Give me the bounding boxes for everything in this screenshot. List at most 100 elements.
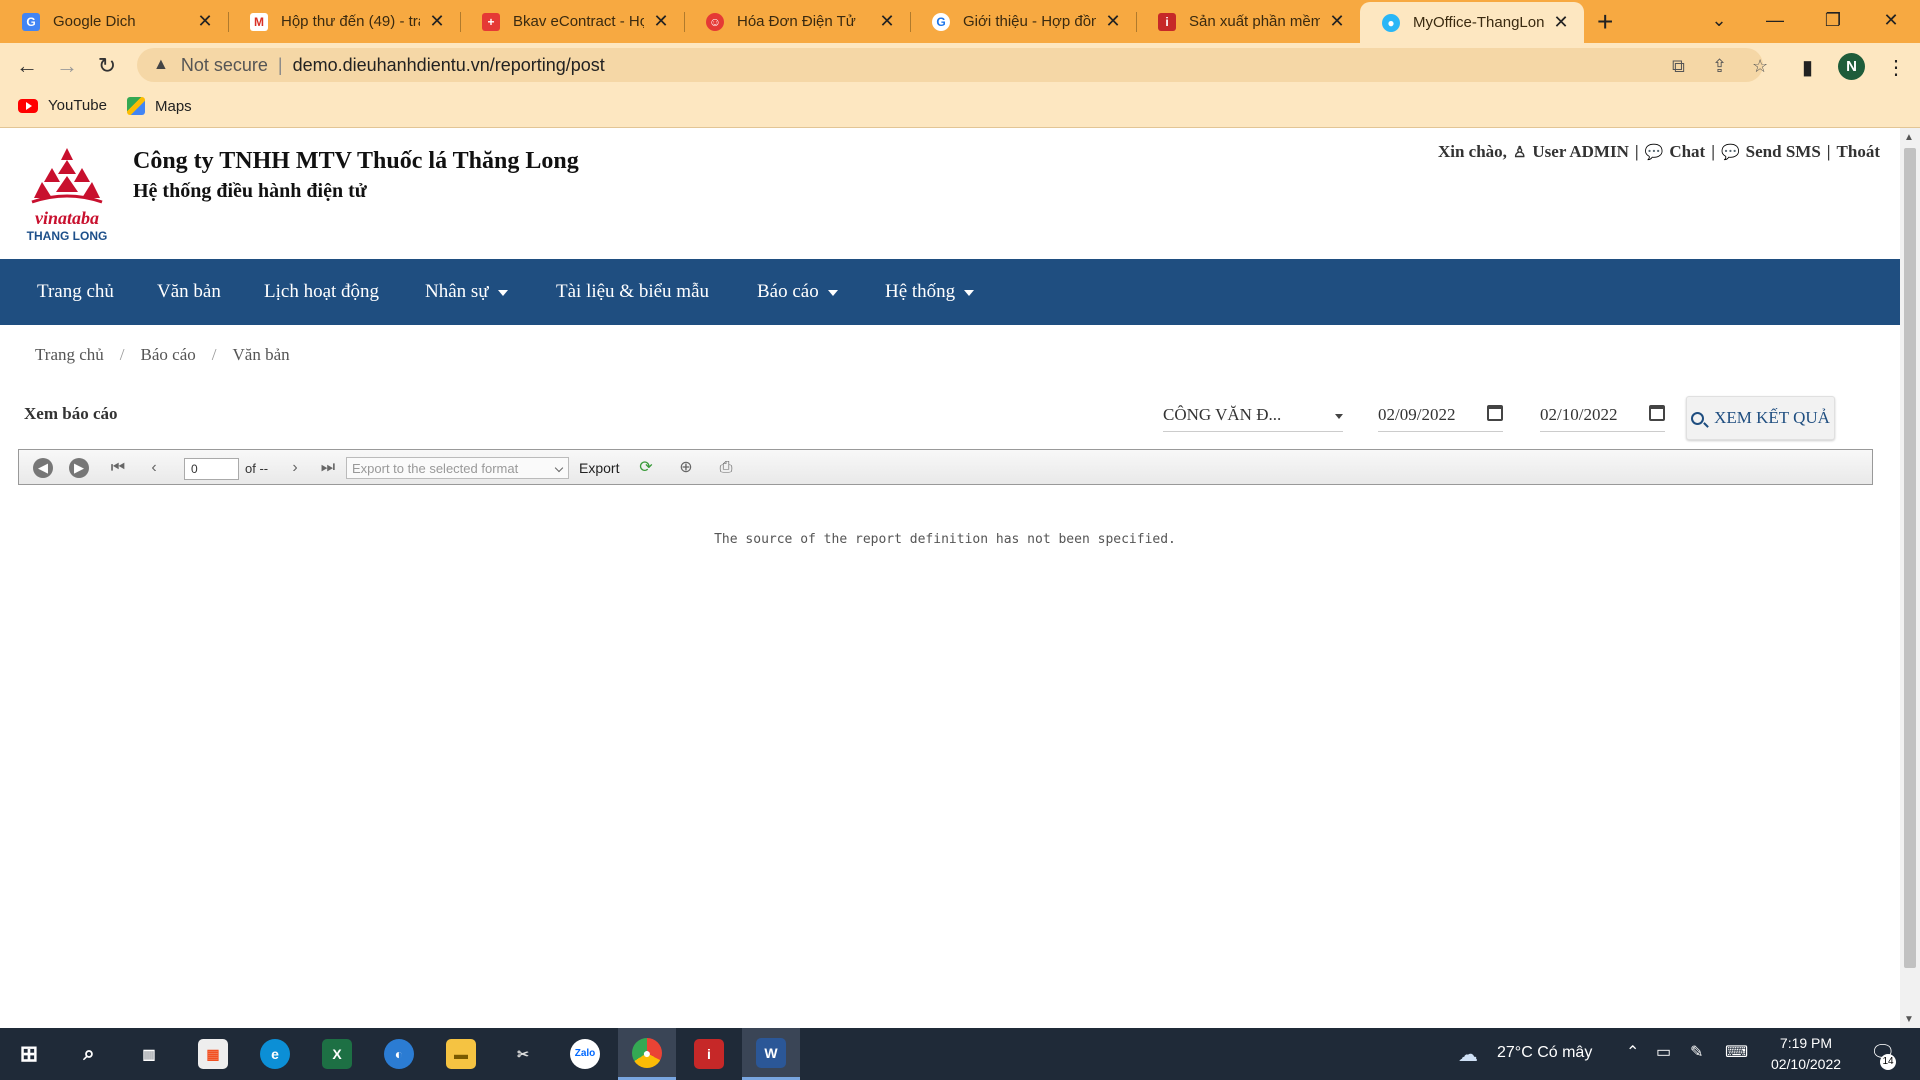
to-date-field[interactable]: 02/10/2022 (1540, 398, 1665, 432)
nav-trang-chu[interactable]: Trang chủ (37, 259, 114, 325)
forward-circle-icon[interactable]: ▶ (69, 458, 89, 478)
tab-title: Google Dich (53, 13, 136, 30)
task-view-button[interactable]: ▥ (120, 1028, 178, 1080)
edge-app[interactable]: e (246, 1028, 304, 1080)
nav-van-ban[interactable]: Văn bản (157, 259, 221, 325)
zoom-icon[interactable]: ⊕ (675, 457, 697, 479)
excel-app[interactable]: X (308, 1028, 366, 1080)
store-app[interactable]: ▦ (184, 1028, 242, 1080)
export-format-select[interactable]: Export to the selected format (346, 457, 569, 479)
tab-gmail[interactable]: M Hộp thư đến (49) - tra ✕ (228, 0, 460, 43)
send-sms-link[interactable]: Send SMS (1746, 142, 1821, 162)
tab-google-dich[interactable]: G Google Dich ✕ (0, 0, 228, 43)
pen-icon[interactable]: ✎ (1690, 1042, 1703, 1062)
close-icon[interactable]: ✕ (1552, 12, 1570, 33)
nav-lich-hoat-dong[interactable]: Lịch hoạt động (264, 259, 379, 325)
security-label[interactable]: Not secure (181, 55, 268, 76)
address-bar[interactable]: ▲ Not secure | demo.dieuhanhdientu.vn/re… (137, 48, 1763, 82)
translate-icon[interactable]: ⧉ (1672, 56, 1685, 77)
chat-icon: 💬 (1644, 144, 1664, 161)
back-circle-icon[interactable]: ◀ (33, 458, 53, 478)
warning-icon[interactable]: ▲ (153, 56, 169, 74)
remote-desktop-app[interactable]: ◐ (370, 1028, 428, 1080)
battery-icon[interactable]: ▭ (1656, 1042, 1671, 1062)
zalo-app[interactable]: Zalo (556, 1028, 614, 1080)
system-clock[interactable]: 7:19 PM 02/10/2022 (1756, 1033, 1856, 1075)
bookmark-maps[interactable]: Maps (127, 97, 192, 115)
breadcrumb-home[interactable]: Trang chủ (35, 345, 104, 365)
search-icon: ⌕ (83, 1043, 95, 1065)
page-scrollbar[interactable]: ▲ ▼ (1900, 128, 1920, 1028)
close-window-icon[interactable]: ✕ (1862, 0, 1920, 43)
page-number-input[interactable]: 0 (184, 458, 239, 480)
next-page-icon[interactable]: › (284, 457, 306, 479)
company-logo[interactable]: vinataba THANG LONG (22, 146, 112, 246)
cloud-icon: ☁ (1458, 1044, 1478, 1066)
close-icon[interactable]: ✕ (428, 11, 446, 32)
url-text[interactable]: demo.dieuhanhdientu.vn/reporting/post (293, 55, 605, 76)
bookmark-label: YouTube (48, 97, 107, 114)
chrome-app[interactable]: ● (618, 1028, 676, 1080)
logout-link[interactable]: Thoát (1837, 142, 1880, 162)
from-date-field[interactable]: 02/09/2022 (1378, 398, 1503, 432)
nav-nhan-su[interactable]: Nhân sự (425, 259, 508, 325)
close-icon[interactable]: ✕ (196, 11, 214, 32)
user-link[interactable]: User ADMIN (1532, 142, 1628, 162)
bookmark-star-icon[interactable]: ☆ (1752, 56, 1768, 77)
close-icon[interactable]: ✕ (1104, 11, 1122, 32)
new-tab-icon[interactable]: + (1597, 6, 1613, 38)
divider: | (1711, 142, 1715, 161)
scroll-up-icon[interactable]: ▲ (1904, 132, 1914, 143)
date-value: 02/10/2022 (1540, 405, 1618, 424)
last-page-icon[interactable]: ⏭ (317, 457, 339, 479)
scroll-down-icon[interactable]: ▼ (1904, 1014, 1914, 1025)
file-explorer-app[interactable]: ▬ (432, 1028, 490, 1080)
tab-myoffice[interactable]: ● MyOffice-ThangLong ✕ (1360, 2, 1584, 43)
minimize-icon[interactable]: — (1746, 0, 1804, 43)
restore-icon[interactable]: ❐ (1804, 0, 1862, 43)
profile-avatar[interactable]: N (1838, 53, 1865, 80)
tab-san-xuat[interactable]: i Sản xuất phần mềm - ✕ (1136, 0, 1360, 43)
first-page-icon[interactable]: ⏮ (107, 457, 129, 479)
refresh-icon[interactable]: ⟳ (635, 457, 657, 479)
word-app[interactable]: W (742, 1028, 800, 1080)
bookmark-youtube[interactable]: YouTube (18, 97, 107, 114)
share-icon[interactable]: ⇪ (1712, 56, 1727, 77)
calendar-icon[interactable] (1487, 405, 1503, 421)
previous-page-icon[interactable]: ‹ (143, 457, 165, 479)
scrollbar-thumb[interactable] (1904, 148, 1916, 968)
calendar-icon[interactable] (1649, 405, 1665, 421)
search-icon (1691, 411, 1705, 425)
back-icon[interactable]: ← (13, 52, 41, 80)
info-app[interactable]: i (680, 1028, 738, 1080)
tab-hoa-don[interactable]: ☺ Hóa Đơn Điện Tử ✕ (684, 0, 910, 43)
tray-chevron-icon[interactable]: ⌃ (1626, 1042, 1639, 1062)
report-type-select[interactable]: CÔNG VĂN Đ... (1163, 398, 1343, 432)
nav-bao-cao[interactable]: Báo cáo (757, 259, 838, 325)
forward-icon[interactable]: → (53, 52, 81, 80)
keyboard-icon[interactable]: ⌨ (1725, 1042, 1748, 1062)
start-button[interactable]: ⊞ (0, 1028, 58, 1080)
view-results-button[interactable]: XEM KẾT QUẢ (1686, 396, 1835, 440)
close-icon[interactable]: ✕ (652, 11, 670, 32)
close-icon[interactable]: ✕ (878, 11, 896, 32)
chat-link[interactable]: Chat (1669, 142, 1705, 162)
tab-search-chevron-icon[interactable]: ⌄ (1690, 0, 1748, 43)
tab-gioi-thieu[interactable]: G Giới thiệu - Hợp đồng ✕ (910, 0, 1136, 43)
weather-text[interactable]: 27°C Có mây (1497, 1044, 1592, 1062)
reload-icon[interactable]: ↻ (93, 52, 121, 80)
nav-he-thong[interactable]: Hệ thống (885, 259, 975, 325)
nav-tai-lieu-bieu-mau[interactable]: Tài liệu & biểu mẫu (556, 259, 709, 325)
caret-down-icon (964, 289, 975, 296)
close-icon[interactable]: ✕ (1328, 11, 1346, 32)
tab-title: MyOffice-ThangLong (1413, 14, 1544, 31)
search-button[interactable]: ⌕ (60, 1028, 118, 1080)
tools-app[interactable]: ✂ (494, 1028, 552, 1080)
vinataba-emblem-icon (31, 148, 103, 204)
menu-kebab-icon[interactable]: ⋮ (1886, 55, 1906, 80)
breadcrumb-bao-cao[interactable]: Báo cáo (141, 345, 196, 365)
export-link[interactable]: Export (579, 460, 619, 476)
tab-bkav[interactable]: + Bkav eContract - Hợp ✕ (460, 0, 684, 43)
side-panel-icon[interactable]: ▮ (1802, 55, 1813, 80)
print-icon[interactable]: ⎙ (715, 457, 737, 479)
